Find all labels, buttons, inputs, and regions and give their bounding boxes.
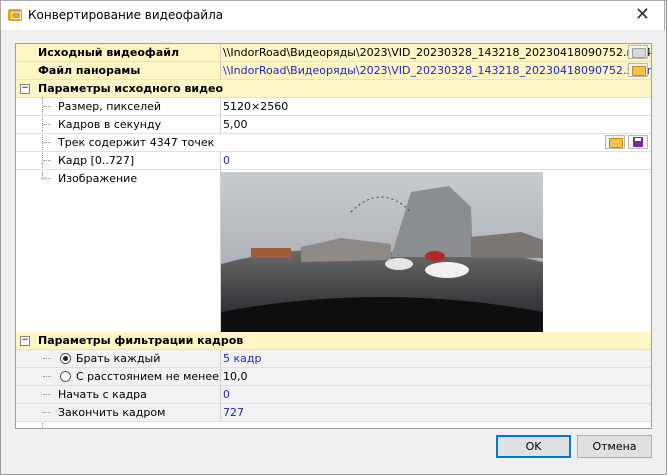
panorama-picture <box>221 172 543 332</box>
pano-file-label: Файл панорамы <box>16 62 221 79</box>
fps-row: Кадров в секунду 5,00 <box>16 116 651 134</box>
filter-params-title: Параметры фильтрации кадров <box>38 334 244 347</box>
source-video-path[interactable]: \\IndorRoad\Видеоряды\2023\VID_20230328_… <box>221 44 651 61</box>
distance-value[interactable]: 10,0 <box>221 368 651 385</box>
app-icon <box>8 9 22 21</box>
start-frame-label: Начать с кадра <box>16 386 221 403</box>
browse-pano-button[interactable] <box>628 63 648 77</box>
title-bar: Конвертирование видеофайла ✕ <box>0 0 665 30</box>
window-title: Конвертирование видеофайла <box>28 8 224 22</box>
track-label: Трек содержит 4347 точек <box>58 136 215 149</box>
source-video-row: Исходный видеофайл \\IndorRoad\Видеоряды… <box>16 44 651 62</box>
size-value: 5120×2560 <box>223 100 289 113</box>
end-frame-value[interactable]: 727 <box>221 404 651 421</box>
video-params-header[interactable]: − Параметры исходного видео <box>16 80 651 98</box>
size-row: Размер, пикселей 5120×2560 <box>16 98 651 116</box>
cancel-button[interactable]: Отмена <box>577 435 652 458</box>
property-grid: Исходный видеофайл \\IndorRoad\Видеоряды… <box>15 43 652 429</box>
each-frame-value[interactable]: 5 кадр <box>221 350 651 367</box>
pano-file-row: Файл панорамы \\IndorRoad\Видеоряды\2023… <box>16 62 651 80</box>
each-frame-row: Брать каждый 5 кадр <box>16 350 651 368</box>
distance-row: С расстоянием не менее, м 10,0 <box>16 368 651 386</box>
pano-file-path[interactable]: \\IndorRoad\Видеоряды\2023\VID_20230328_… <box>221 62 651 79</box>
track-row: Трек содержит 4347 точек <box>16 134 651 152</box>
fps-value: 5,00 <box>223 118 248 131</box>
folder-icon <box>632 48 646 58</box>
distance-label: С расстоянием не менее, м <box>16 368 221 385</box>
open-track-button[interactable] <box>605 135 625 149</box>
browse-video-button[interactable] <box>628 45 648 59</box>
each-frame-label: Брать каждый <box>16 350 221 367</box>
start-frame-value[interactable]: 0 <box>221 386 651 403</box>
start-frame-row: Начать с кадра 0 <box>16 386 651 404</box>
end-frame-label: Закончить кадром <box>16 404 221 421</box>
filter-params-header[interactable]: − Параметры фильтрации кадров <box>16 332 651 350</box>
frame-value[interactable]: 0 <box>221 152 651 169</box>
ok-button[interactable]: OK <box>496 435 571 458</box>
source-video-label: Исходный видеофайл <box>16 44 221 61</box>
save-icon <box>633 137 643 147</box>
folder-icon <box>632 66 646 76</box>
save-track-button[interactable] <box>628 135 648 149</box>
size-label: Размер, пикселей <box>16 98 221 115</box>
frame-preview-image <box>221 172 543 332</box>
image-label: Изображение <box>16 170 221 332</box>
fps-label: Кадров в секунду <box>16 116 221 133</box>
end-frame-row: Закончить кадром 727 <box>16 404 651 422</box>
frame-row: Кадр [0..727] 0 <box>16 152 651 170</box>
video-params-title: Параметры исходного видео <box>38 82 224 95</box>
frame-label: Кадр [0..727] <box>16 152 221 169</box>
folder-icon <box>609 138 623 148</box>
close-button[interactable]: ✕ <box>635 5 650 25</box>
